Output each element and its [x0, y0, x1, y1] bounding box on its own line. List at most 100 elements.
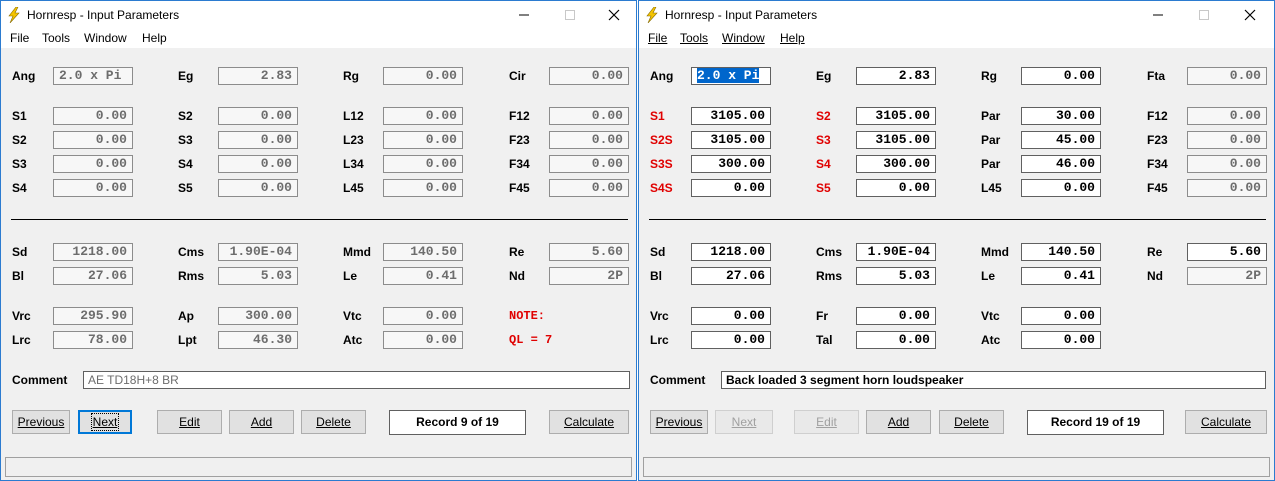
menu-tools[interactable]: Tools: [680, 31, 708, 45]
field-s1[interactable]: 0.00: [53, 107, 133, 125]
minimize-button[interactable]: [501, 1, 547, 29]
field-lrc[interactable]: 0.00: [691, 331, 771, 349]
field-atc[interactable]: 0.00: [1021, 331, 1101, 349]
menu-file[interactable]: File: [648, 31, 667, 45]
field-ang[interactable]: 2.0 x Pi: [691, 67, 771, 85]
field-ang[interactable]: 2.0 x Pi: [53, 67, 133, 85]
next-button[interactable]: Next: [78, 410, 132, 434]
field-f12[interactable]: 0.00: [549, 107, 629, 125]
calculate-button[interactable]: Calculate: [549, 410, 629, 434]
field-nd[interactable]: 2P: [1187, 267, 1267, 285]
add-button[interactable]: Add: [866, 410, 931, 434]
field-re[interactable]: 5.60: [1187, 243, 1267, 261]
menu-help[interactable]: Help: [142, 31, 167, 45]
edit-button[interactable]: Edit: [157, 410, 222, 434]
field-f12[interactable]: 0.00: [1187, 107, 1267, 125]
field-cms[interactable]: 1.90E-04: [218, 243, 298, 261]
field-ap[interactable]: 300.00: [218, 307, 298, 325]
field-re[interactable]: 5.60: [549, 243, 629, 261]
field-l45[interactable]: 0.00: [383, 179, 463, 197]
menu-help[interactable]: Help: [780, 31, 805, 45]
field-l45[interactable]: 0.00: [1021, 179, 1101, 197]
label-f45: F45: [509, 181, 530, 195]
field-f23[interactable]: 0.00: [1187, 131, 1267, 149]
field-sd[interactable]: 1218.00: [691, 243, 771, 261]
field-f23[interactable]: 0.00: [549, 131, 629, 149]
field-rg[interactable]: 0.00: [383, 67, 463, 85]
edit-button[interactable]: Edit: [794, 410, 859, 434]
field-bl[interactable]: 27.06: [53, 267, 133, 285]
field-s3[interactable]: 0.00: [218, 131, 298, 149]
label-bl: Bl: [650, 269, 662, 283]
title-bar[interactable]: Hornresp - Input Parameters: [1, 1, 636, 29]
field-f34[interactable]: 0.00: [1187, 155, 1267, 173]
field-rms[interactable]: 5.03: [218, 267, 298, 285]
delete-button[interactable]: Delete: [939, 410, 1004, 434]
comment-field[interactable]: Back loaded 3 segment horn loudspeaker: [721, 371, 1266, 389]
field-l23[interactable]: 0.00: [383, 131, 463, 149]
menu-file[interactable]: File: [10, 31, 29, 45]
field-f45[interactable]: 0.00: [549, 179, 629, 197]
field-eg[interactable]: 2.83: [856, 67, 936, 85]
field-lrc[interactable]: 78.00: [53, 331, 133, 349]
delete-button[interactable]: Delete: [301, 410, 366, 434]
minimize-button[interactable]: [1135, 1, 1181, 29]
field-sd[interactable]: 1218.00: [53, 243, 133, 261]
field-f45[interactable]: 0.00: [1187, 179, 1267, 197]
field-s3s[interactable]: 300.00: [691, 155, 771, 173]
field-s1[interactable]: 3105.00: [691, 107, 771, 125]
field-par-2[interactable]: 45.00: [1021, 131, 1101, 149]
field-s2[interactable]: 3105.00: [856, 107, 936, 125]
field-bl[interactable]: 27.06: [691, 267, 771, 285]
field-vrc[interactable]: 0.00: [691, 307, 771, 325]
menu-window[interactable]: Window: [722, 31, 765, 45]
maximize-button[interactable]: [547, 1, 593, 29]
field-lpt[interactable]: 46.30: [218, 331, 298, 349]
field-vrc[interactable]: 295.90: [53, 307, 133, 325]
calculate-button[interactable]: Calculate: [1185, 410, 1267, 434]
field-s5[interactable]: 0.00: [856, 179, 936, 197]
field-s2[interactable]: 0.00: [218, 107, 298, 125]
field-rms[interactable]: 5.03: [856, 267, 936, 285]
previous-button[interactable]: Previous: [12, 410, 70, 434]
field-le[interactable]: 0.41: [383, 267, 463, 285]
field-fta[interactable]: 0.00: [1187, 67, 1267, 85]
field-le[interactable]: 0.41: [1021, 267, 1101, 285]
comment-field[interactable]: AE TD18H+8 BR: [83, 371, 630, 389]
field-rg[interactable]: 0.00: [1021, 67, 1101, 85]
field-cir[interactable]: 0.00: [549, 67, 629, 85]
field-s2-row3[interactable]: 0.00: [53, 131, 133, 149]
previous-button[interactable]: Previous: [650, 410, 708, 434]
field-vtc[interactable]: 0.00: [383, 307, 463, 325]
menu-window[interactable]: Window: [84, 31, 127, 45]
field-s4[interactable]: 300.00: [856, 155, 936, 173]
field-s4-row5[interactable]: 0.00: [53, 179, 133, 197]
field-s4s[interactable]: 0.00: [691, 179, 771, 197]
add-button[interactable]: Add: [229, 410, 294, 434]
field-eg[interactable]: 2.83: [218, 67, 298, 85]
title-bar[interactable]: Hornresp - Input Parameters: [639, 1, 1274, 29]
field-par-3[interactable]: 46.00: [1021, 155, 1101, 173]
field-vtc[interactable]: 0.00: [1021, 307, 1101, 325]
field-mmd[interactable]: 140.50: [383, 243, 463, 261]
field-s3[interactable]: 3105.00: [856, 131, 936, 149]
field-f34[interactable]: 0.00: [549, 155, 629, 173]
next-button[interactable]: Next: [715, 410, 773, 434]
field-mmd[interactable]: 140.50: [1021, 243, 1101, 261]
field-par-1[interactable]: 30.00: [1021, 107, 1101, 125]
field-l34[interactable]: 0.00: [383, 155, 463, 173]
maximize-button[interactable]: [1181, 1, 1227, 29]
field-s5[interactable]: 0.00: [218, 179, 298, 197]
field-cms[interactable]: 1.90E-04: [856, 243, 936, 261]
field-fr[interactable]: 0.00: [856, 307, 936, 325]
field-l12[interactable]: 0.00: [383, 107, 463, 125]
field-s4[interactable]: 0.00: [218, 155, 298, 173]
close-button[interactable]: [1227, 1, 1273, 29]
field-atc[interactable]: 0.00: [383, 331, 463, 349]
field-tal[interactable]: 0.00: [856, 331, 936, 349]
menu-tools[interactable]: Tools: [42, 31, 70, 45]
field-s2s[interactable]: 3105.00: [691, 131, 771, 149]
close-button[interactable]: [591, 1, 637, 29]
field-nd[interactable]: 2P: [549, 267, 629, 285]
field-s3-row4[interactable]: 0.00: [53, 155, 133, 173]
